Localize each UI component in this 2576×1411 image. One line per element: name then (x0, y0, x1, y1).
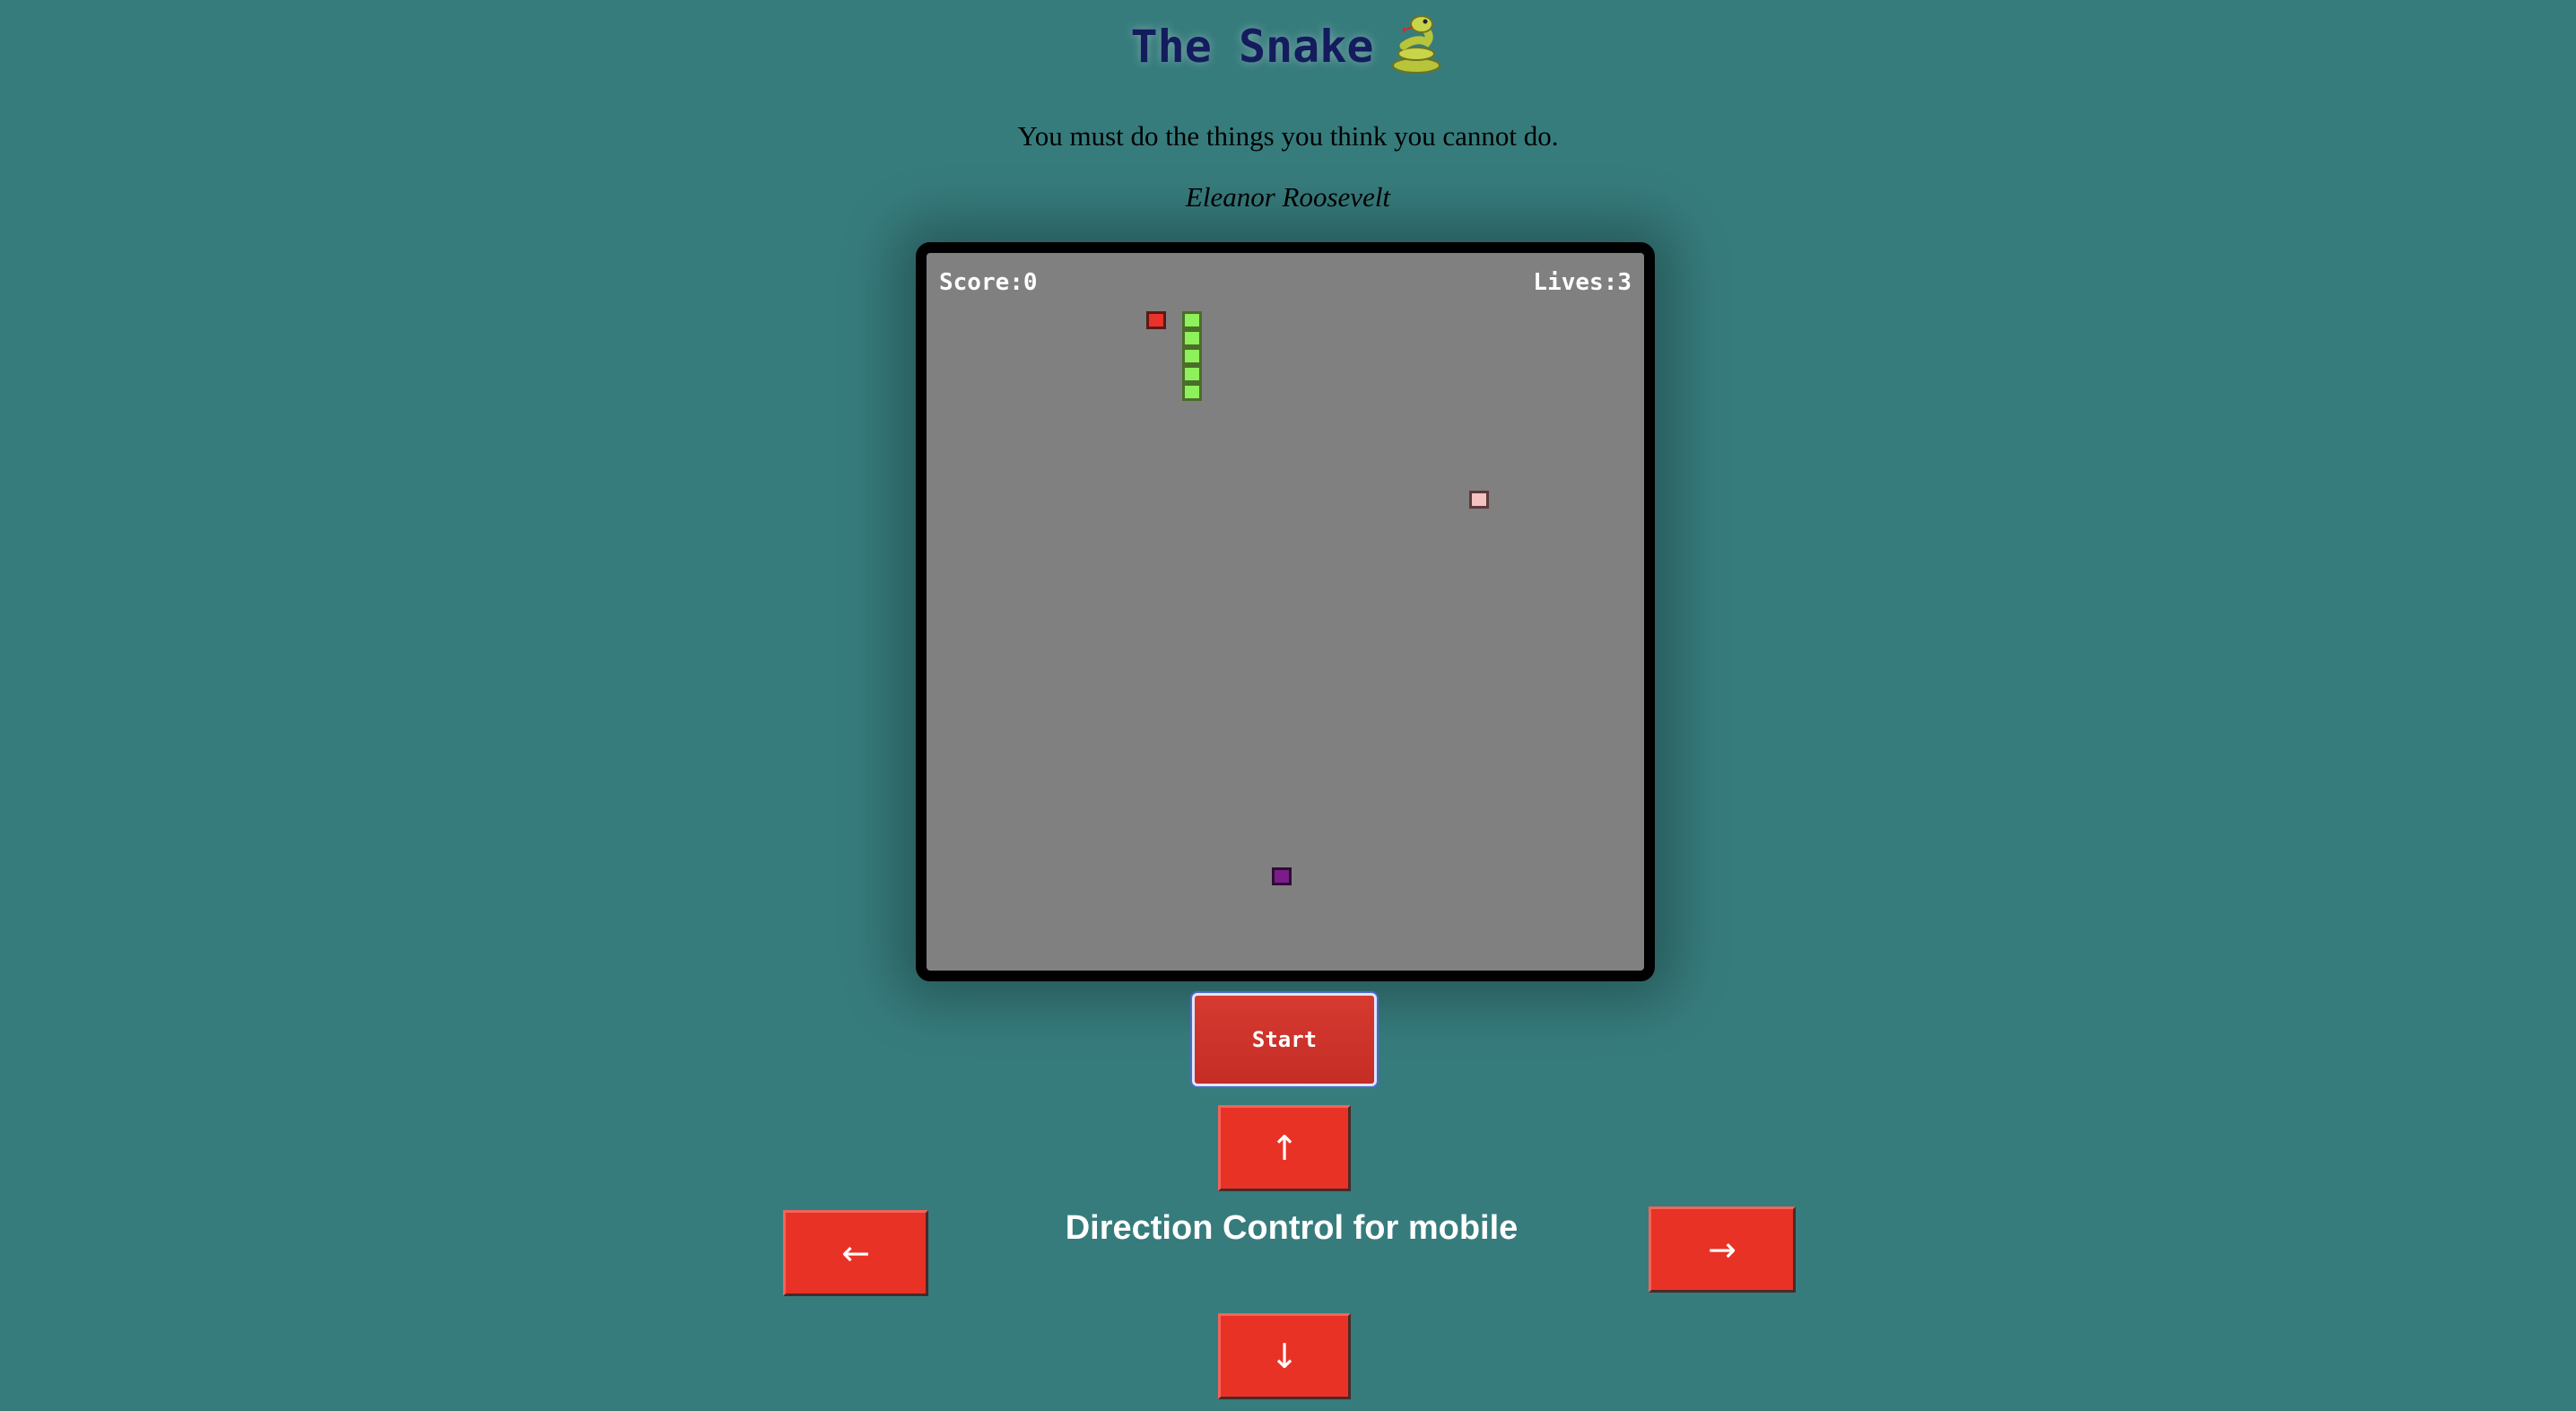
food-purple (1272, 867, 1292, 885)
right-arrow-button[interactable]: → (1649, 1206, 1796, 1293)
snake-segment (1182, 365, 1202, 383)
down-arrow-button[interactable]: ↓ (1218, 1313, 1351, 1399)
snake-segment (1182, 347, 1202, 365)
quote-text: You must do the things you think you can… (1017, 120, 1559, 152)
quote-author: Eleanor Roosevelt (1185, 181, 1391, 213)
score-display: Score:0 (939, 269, 1038, 296)
food-pink (1469, 491, 1489, 509)
direction-control-caption: Direction Control for mobile (1065, 1209, 1519, 1247)
snake-segment (1182, 383, 1202, 401)
snake-segment (1182, 329, 1202, 347)
game-board[interactable]: Score:0 Lives:3 (916, 242, 1655, 981)
left-arrow-button[interactable]: ← (783, 1210, 928, 1296)
page-title: The Snake (0, 11, 2576, 83)
up-arrow-button[interactable]: ↑ (1218, 1105, 1351, 1191)
snake-segment (1182, 311, 1202, 329)
food-red (1146, 311, 1166, 329)
lives-display: Lives:3 (1533, 269, 1632, 296)
start-button[interactable]: Start (1192, 993, 1377, 1086)
title-text: The Snake (1130, 21, 1374, 73)
snake-emoji-icon (1392, 15, 1441, 74)
